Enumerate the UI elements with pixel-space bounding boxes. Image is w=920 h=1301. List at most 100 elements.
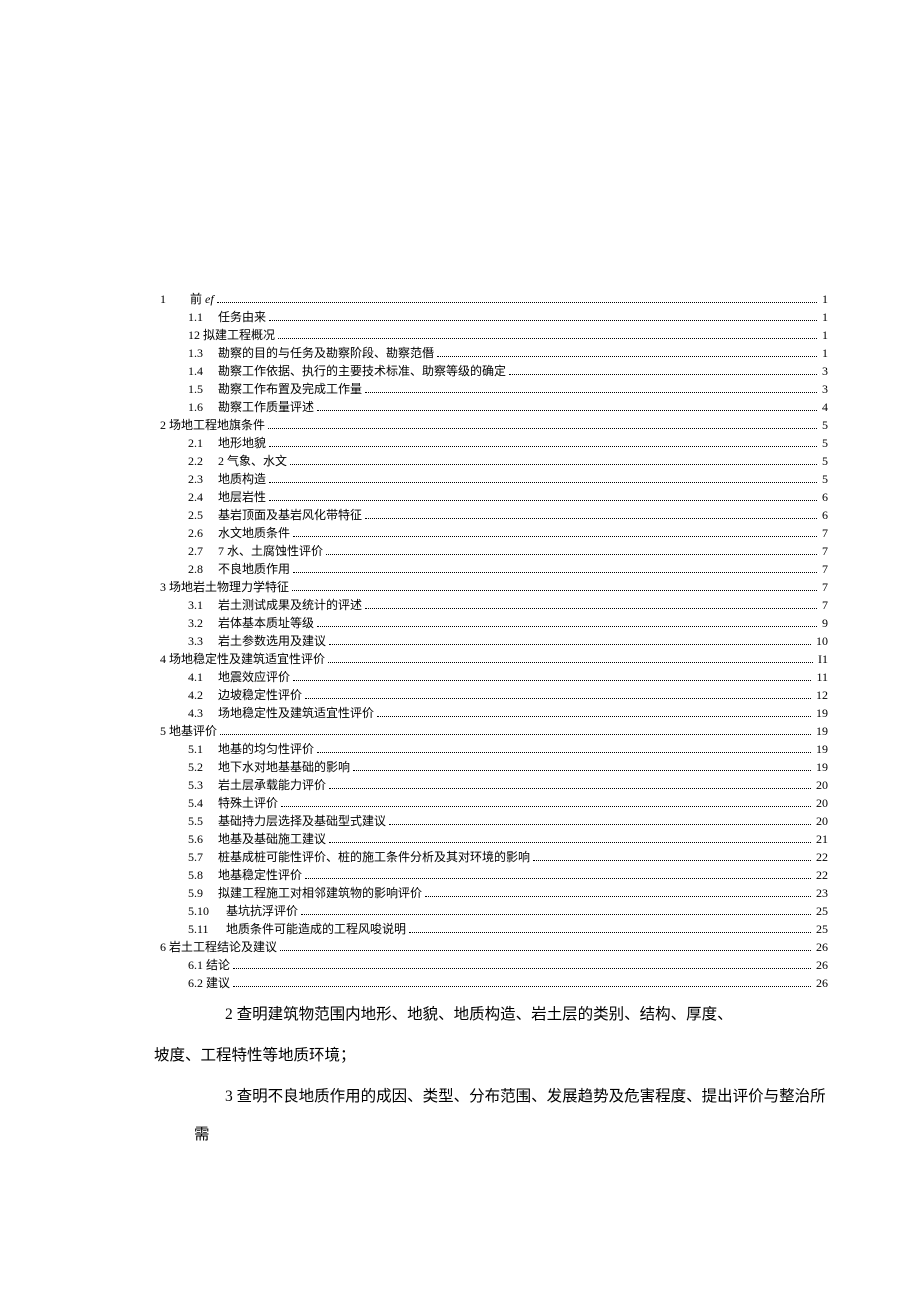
toc-entry: 2.22 气象、水文5 [160, 452, 828, 470]
toc-entry-number: 5.2 [188, 758, 218, 776]
toc-entry-label: 地下水对地基基础的影响 [218, 758, 350, 776]
toc-leader-dots [328, 662, 813, 663]
toc-entry-label: 特殊土评价 [218, 794, 278, 812]
toc-entry-label: 6.2 建议 [188, 974, 230, 992]
toc-entry-label: 2 场地工程地旗条件 [160, 416, 265, 434]
toc-entry-label: 基础持力层选择及基础型式建议 [218, 812, 386, 830]
toc-entry-page: 12 [814, 686, 828, 704]
toc-entry-page: 22 [814, 866, 828, 884]
toc-entry: 2.6水文地质条件 7 [160, 524, 828, 542]
toc-entry-number: 3.1 [188, 596, 218, 614]
toc-entry-page: 7 [820, 596, 828, 614]
toc-leader-dots [329, 788, 811, 789]
toc-entry: 12 拟建工程概况 1 [160, 326, 828, 344]
toc-leader-dots [365, 392, 817, 393]
toc-entry-number: 2.5 [188, 506, 218, 524]
toc-entry-page: 11 [814, 668, 828, 686]
toc-entry-page: 21 [814, 830, 828, 848]
body-paragraph-2: 坡度、工程特性等地质环境； [154, 1037, 828, 1074]
toc-entry-page: 5 [820, 470, 828, 488]
toc-entry: 5.6地基及基础施工建议21 [160, 830, 828, 848]
toc-entry-label: 12 拟建工程概况 [188, 326, 275, 344]
toc-leader-dots [278, 338, 817, 339]
toc-leader-dots [293, 536, 817, 537]
toc-entry-label: 3 场地岩土物理力学特征 [160, 578, 289, 596]
toc-leader-dots [301, 914, 811, 915]
toc-entry-number: 4.3 [188, 704, 218, 722]
toc-leader-dots [220, 734, 811, 735]
toc-leader-dots [509, 374, 817, 375]
toc-entry-number: 4.2 [188, 686, 218, 704]
body-paragraph-1: 2 查明建筑物范围内地形、地貌、地质构造、岩土层的类别、结构、厚度、 [160, 996, 828, 1033]
toc-entry-number: 2.1 [188, 434, 218, 452]
toc-entry-page: 20 [814, 812, 828, 830]
toc-entry-number: 2.2 [188, 452, 218, 470]
document-page: 1前 ef11.1任务由来112 拟建工程概况11.3勘察的目的与任务及勘察阶段… [0, 0, 920, 1213]
toc-leader-dots [365, 518, 817, 519]
toc-entry: 5.3岩土层承载能力评价20 [160, 776, 828, 794]
toc-entry-page: 20 [814, 794, 828, 812]
toc-leader-dots [437, 356, 817, 357]
toc-entry-label: 水文地质条件 [218, 524, 290, 542]
toc-entry-label: 不良地质作用 [218, 560, 290, 578]
toc-entry-number: 5.11 [188, 920, 226, 938]
toc-entry-label: 边坡稳定性评价 [218, 686, 302, 704]
toc-leader-dots [269, 482, 817, 483]
toc-leader-dots [292, 590, 817, 591]
toc-entry-page: 7 [820, 524, 828, 542]
toc-entry-label: 地质条件可能造成的工程风唆说明 [226, 920, 406, 938]
toc-leader-dots [280, 950, 811, 951]
toc-entry: 2 场地工程地旗条件5 [160, 416, 828, 434]
toc-entry: 2.77 水、土腐蚀性评价7 [160, 542, 828, 560]
toc-leader-dots [269, 500, 817, 501]
toc-entry-page: 26 [814, 956, 828, 974]
toc-leader-dots [305, 878, 811, 879]
toc-entry-page: 3 [820, 380, 828, 398]
toc-entry-label: 地震效应评价 [218, 668, 290, 686]
toc-entry-label: 地基的均匀性评价 [218, 740, 314, 758]
toc-entry: 5.10基坑抗浮评价25 [160, 902, 828, 920]
toc-entry-page: 1 [820, 326, 828, 344]
toc-entry: 5.5基础持力层选择及基础型式建议20 [160, 812, 828, 830]
toc-entry-page: 20 [814, 776, 828, 794]
toc-entry-number: 5.3 [188, 776, 218, 794]
toc-leader-dots [377, 716, 811, 717]
toc-entry-number: 5.10 [188, 902, 226, 920]
toc-leader-dots [305, 698, 811, 699]
toc-entry-number: 5.7 [188, 848, 218, 866]
toc-entry-page: 7 [820, 542, 828, 560]
toc-entry-page: 7 [820, 578, 828, 596]
toc-entry: 3.2岩体基本质址等级9 [160, 614, 828, 632]
toc-entry: 5.9拟建工程施工对相邻建筑物的影响评价23 [160, 884, 828, 902]
toc-entry-label: 7 水、土腐蚀性评价 [218, 542, 323, 560]
toc-leader-dots [217, 302, 817, 303]
toc-entry-label: 岩土参数选用及建议 [218, 632, 326, 650]
toc-entry: 2.5基岩顶面及基岩风化带特征6 [160, 506, 828, 524]
toc-entry: 4.1地震效应评价11 [160, 668, 828, 686]
toc-entry-number: 2.8 [188, 560, 218, 578]
toc-entry-number: 5.9 [188, 884, 218, 902]
toc-entry: 3.1岩土测试成果及统计的评述7 [160, 596, 828, 614]
toc-leader-dots [317, 752, 811, 753]
toc-entry-page: 1 [820, 344, 828, 362]
toc-leader-dots [269, 320, 817, 321]
toc-entry-page: 23 [814, 884, 828, 902]
toc-entry-page: 22 [814, 848, 828, 866]
toc-entry-label: 5 地基评价 [160, 722, 217, 740]
toc-entry: 1.3勘察的目的与任务及勘察阶段、勘察范僭1 [160, 344, 828, 362]
toc-entry-page: 25 [814, 920, 828, 938]
toc-entry: 3.3岩土参数选用及建议10 [160, 632, 828, 650]
toc-leader-dots [409, 932, 811, 933]
toc-entry-label: 勘察工作质量评述 [218, 398, 314, 416]
toc-entry-label: 基坑抗浮评价 [226, 902, 298, 920]
toc-entry-label: 任务由来 [218, 308, 266, 326]
toc-entry-number: 2.6 [188, 524, 218, 542]
toc-entry: 3 场地岩土物理力学特征 7 [160, 578, 828, 596]
toc-entry: 1.4勘察工作依据、执行的主要技术标准、助察等级的确定3 [160, 362, 828, 380]
toc-leader-dots [389, 824, 811, 825]
toc-leader-dots [293, 572, 817, 573]
toc-entry-label: 地形地貌 [218, 434, 266, 452]
toc-entry-page: 3 [820, 362, 828, 380]
toc-entry-label: 地质构造 [218, 470, 266, 488]
toc-entry-label: 地层岩性 [218, 488, 266, 506]
